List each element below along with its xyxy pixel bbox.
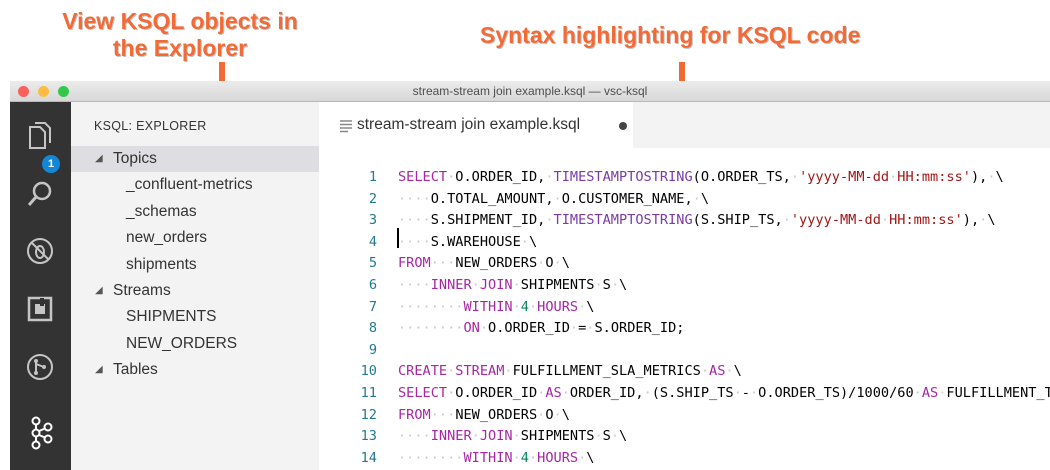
tree-item-label: _schemas (126, 203, 197, 220)
tree-item-topic[interactable]: shipments (71, 252, 319, 278)
tree-group-label: Topics (113, 150, 157, 167)
line-number: 3 (368, 212, 377, 229)
syntax-callout: Syntax highlighting for KSQL code (480, 22, 861, 48)
expanded-caret-icon: ◢ (95, 364, 103, 375)
line-number: 12 (360, 406, 377, 423)
title-bar: stream-stream join example.ksql — vsc-ks… (10, 81, 1050, 102)
extensions-icon[interactable] (22, 291, 58, 327)
expanded-caret-icon: ◢ (95, 285, 103, 296)
tree-item-stream[interactable]: NEW_ORDERS (71, 331, 319, 357)
git-icon[interactable] (22, 349, 58, 385)
files-icon[interactable] (22, 118, 58, 154)
code-text: SELECT·O.ORDER_ID·AS·ORDER_ID,·(S.SHIP_T… (398, 385, 1050, 401)
tab-stream-stream-join[interactable]: stream-stream join example.ksql (319, 102, 633, 148)
line-number: 10 (360, 363, 377, 380)
files-badge: 1 (42, 155, 60, 173)
code-text: ····S.SHIPMENT_ID,·TIMESTAMPTOSTRING(S.S… (398, 212, 996, 229)
code-text: FROM···NEW_ORDERS·O·\ (398, 255, 570, 272)
code-line[interactable]: 7 ········WITHIN·4·HOURS·\ (319, 296, 1050, 318)
explorer-callout: View KSQL objects in the Explorer (56, 8, 304, 62)
tree-group-tables[interactable]: ◢ Tables (71, 357, 319, 383)
activity-bar: 1 (10, 102, 71, 470)
line-number: 9 (368, 341, 377, 358)
code-line[interactable]: 10 CREATE·STREAM·FULFILLMENT_SLA_METRICS·… (319, 360, 1050, 382)
search-icon[interactable] (22, 176, 58, 212)
code-line[interactable]: 1 SELECT·O.ORDER_ID,·TIMESTAMPTOSTRING(O.… (319, 166, 1050, 188)
tab-title: stream-stream join example.ksql (357, 116, 581, 133)
line-number: 13 (360, 428, 377, 445)
text-cursor (397, 228, 399, 248)
code-text: ········WITHIN·4·HOURS·\ (398, 449, 595, 466)
tree-item-label: SHIPMENTS (126, 308, 217, 325)
line-number: 2 (368, 190, 377, 207)
code-line[interactable]: 8 ········ON·O.ORDER_ID·=·S.ORDER_ID; (319, 317, 1050, 339)
ksql-explorer: KSQL: EXPLORER ◢ Topics _confluent-metri… (71, 102, 319, 470)
code-line[interactable]: 6 ····INNER·JOIN·SHIPMENTS·S·\ (319, 274, 1050, 296)
line-number: 4 (368, 233, 377, 250)
maximize-window-button[interactable] (58, 86, 69, 97)
line-number: 8 (368, 320, 377, 337)
tree-group-streams[interactable]: ◢ Streams (71, 278, 319, 304)
code-text: ········ON·O.ORDER_ID·=·S.ORDER_ID; (398, 320, 685, 337)
vscode-window: stream-stream join example.ksql — vsc-ks… (10, 81, 1050, 470)
tree-item-stream[interactable]: SHIPMENTS (71, 304, 319, 330)
minimize-window-button[interactable] (38, 86, 49, 97)
tree-group-label: Streams (113, 282, 171, 299)
code-text: ····INNER·JOIN·SHIPMENTS·S·\ (398, 277, 628, 293)
code-line[interactable]: 12 FROM···NEW_ORDERS·O·\ (319, 404, 1050, 426)
tree-group-label: Tables (113, 361, 158, 378)
line-number: 14 (360, 449, 377, 466)
tree-item-topic[interactable]: _confluent-metrics (71, 172, 319, 198)
code-line[interactable]: 14 ········WITHIN·4·HOURS·\ (319, 447, 1050, 469)
explorer-callout-line1: View KSQL objects in (62, 8, 298, 34)
code-text: FROM···NEW_ORDERS·O·\ (398, 406, 570, 423)
expanded-caret-icon: ◢ (95, 153, 103, 164)
code-text: ····O.TOTAL_AMOUNT,·O.CUSTOMER_NAME,·\ (398, 190, 710, 207)
code-line[interactable]: 4 ····S.WAREHOUSE·\ (319, 231, 1050, 253)
ksql-icon[interactable] (22, 415, 58, 451)
code-line[interactable]: 11 SELECT·O.ORDER_ID·AS·ORDER_ID,·(S.SHIP… (319, 382, 1050, 404)
code-line[interactable]: 2 ····O.TOTAL_AMOUNT,·O.CUSTOMER_NAME,·\ (319, 188, 1050, 210)
close-window-button[interactable] (18, 86, 29, 97)
code-text: ····INNER·JOIN·SHIPMENTS·S·\ (398, 428, 628, 445)
code-line[interactable]: 13 ····INNER·JOIN·SHIPMENTS·S·\ (319, 425, 1050, 447)
editor-pane[interactable]: stream-stream join example.ksql 1 SELECT·… (319, 102, 1050, 470)
tab-strip (633, 102, 1050, 148)
line-number: 6 (368, 277, 377, 293)
explorer-callout-line2: the Explorer (112, 35, 248, 61)
code-line[interactable]: 5 FROM···NEW_ORDERS·O·\ (319, 252, 1050, 274)
line-number: 5 (368, 255, 377, 272)
explorer-header: KSQL: EXPLORER (94, 119, 207, 133)
tree-item-label: shipments (126, 256, 197, 273)
code-text: ········WITHIN·4·HOURS·\ (398, 298, 595, 315)
window-title: stream-stream join example.ksql — vsc-ks… (412, 84, 648, 98)
code-text: CREATE·STREAM·FULFILLMENT_SLA_METRICS·AS… (398, 363, 742, 380)
tree-item-topic[interactable]: new_orders (71, 225, 319, 251)
line-number: 7 (368, 298, 377, 315)
tree-group-topics[interactable]: ◢ Topics (71, 146, 319, 172)
line-number: 1 (368, 169, 377, 185)
tree-item-label: NEW_ORDERS (126, 335, 238, 352)
unsaved-dot-icon[interactable] (619, 122, 627, 130)
line-number: 11 (360, 385, 377, 401)
code-line[interactable]: 3 ····S.SHIPMENT_ID,·TIMESTAMPTOSTRING(S.… (319, 209, 1050, 231)
tree-item-topic[interactable]: _schemas (71, 199, 319, 225)
tree-item-label: _confluent-metrics (126, 176, 253, 193)
code-line[interactable]: 9 (319, 339, 1050, 361)
code-text: SELECT·O.ORDER_ID,·TIMESTAMPTOSTRING(O.O… (398, 169, 1004, 185)
file-lines-icon (340, 120, 352, 133)
debug-icon[interactable] (22, 233, 58, 269)
code-text: ····S.WAREHOUSE·\ (398, 233, 538, 250)
tree-item-label: new_orders (126, 229, 207, 246)
